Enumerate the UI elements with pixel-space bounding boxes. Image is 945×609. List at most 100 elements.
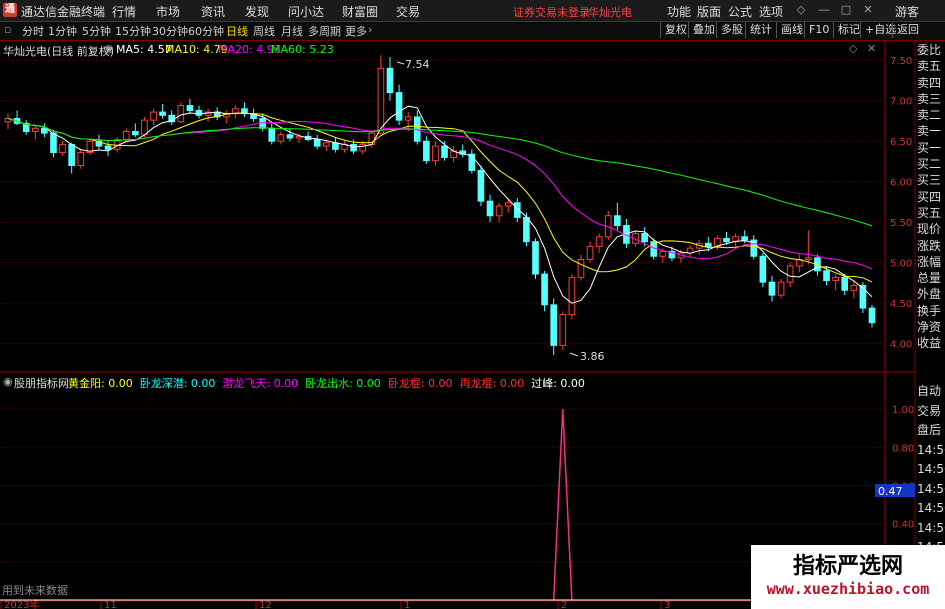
period-tab-5min[interactable]: 5分钟 [82, 23, 111, 39]
candle-body [568, 276, 576, 316]
quote-panel-item: 净资 [917, 320, 942, 335]
menu-wealth-circle[interactable]: 财富圈 [342, 3, 378, 20]
period-tab-weekly[interactable]: 周线 [253, 23, 275, 39]
candle-body [550, 304, 558, 346]
btn-adjust[interactable]: 复权 [660, 22, 691, 38]
period-tab-15min[interactable]: 15分钟 [115, 23, 151, 39]
y-tick-label: 5.50 [890, 218, 912, 229]
quote-panel-item: 总量 [917, 271, 942, 286]
quote-panel-item: 收益 [917, 336, 942, 351]
ma5-label: MA5: 4.57 [116, 43, 172, 56]
candle-body [286, 134, 294, 139]
kline-chart[interactable]: 7.50 7.00 6.50 6.00 5.50 5.00 4.50 4.00 1.00 0.8… [0, 40, 945, 609]
btn-draw[interactable]: 画线 [776, 22, 807, 38]
x-tick-label: 2023年 [4, 598, 39, 609]
sub-settings-icon[interactable]: ◉ [3, 375, 13, 388]
candle-body [823, 270, 830, 282]
candle-body [586, 246, 594, 260]
candle-body [868, 307, 876, 324]
quote-panel-item: 换手 [917, 303, 942, 318]
quote-panel-item: 买一 [917, 140, 942, 155]
candle-body [768, 281, 776, 296]
quote-panel-item: 卖一 [917, 124, 942, 139]
ind-5: 再龙棍: 0.00 [459, 377, 525, 390]
menu-options[interactable]: 选项 [759, 3, 783, 20]
menu-formula[interactable]: 公式 [728, 3, 752, 20]
candle-body [177, 105, 185, 123]
quote-panel-item: 卖三 [917, 91, 942, 106]
minimize-icon[interactable]: — [818, 4, 830, 16]
x-tick-label: 1 [404, 600, 410, 609]
chart-settings-icon[interactable]: ◉ [104, 42, 114, 55]
btn-f10[interactable]: F10 [804, 22, 833, 38]
user-icon[interactable]: ◇ [795, 4, 807, 16]
period-tab-monthly[interactable]: 月线 [281, 23, 303, 39]
menu-news[interactable]: 资讯 [201, 3, 225, 20]
btn-back[interactable]: 返回 [892, 22, 923, 38]
cursor-value: 0.47 [878, 485, 903, 498]
y-tick-label: 6.00 [890, 178, 912, 189]
candle-body [159, 111, 166, 116]
quote-panel-item: 卖四 [917, 75, 942, 90]
period-tab-daily[interactable]: 日线 [226, 23, 248, 39]
maximize-icon[interactable]: □ [840, 4, 852, 16]
quote-panel-item: 买五 [917, 205, 942, 220]
period-tab-60min[interactable]: 60分钟 [188, 23, 224, 39]
close-icon[interactable]: ✕ [862, 4, 874, 16]
quote-panel-item: 外盘 [917, 287, 942, 302]
y-tick-label: 7.50 [890, 56, 912, 67]
candle-body [31, 127, 39, 132]
menu-layout[interactable]: 版面 [697, 3, 721, 20]
ma-lines-layer [7, 105, 873, 304]
period-tab-1min[interactable]: 1分钟 [48, 23, 77, 39]
ma60-label: MA60: 5.23 [271, 43, 334, 56]
ind-0: 黄金阳: 0.00 [68, 377, 133, 390]
sub-y-tick-label: 0.40 [892, 520, 914, 531]
candle-body [50, 132, 57, 154]
period-tab-30min[interactable]: 30分钟 [152, 23, 188, 39]
trade-panel-item: 14:56 [917, 481, 945, 496]
trade-panel-item: 交易 [917, 403, 942, 418]
sub-y-tick-label: 0.80 [892, 443, 914, 454]
menu-market-quotes[interactable]: 行情 [112, 3, 136, 20]
period-tab-intraday[interactable]: 分时 [22, 23, 44, 39]
candle-body [332, 142, 339, 150]
btn-stats[interactable]: 统计 [745, 22, 776, 38]
diamond-icon[interactable]: ◇ [849, 42, 857, 55]
candle-body [805, 257, 812, 260]
y-tick-label: 5.00 [890, 259, 912, 270]
menu-trade[interactable]: 交易 [396, 3, 420, 20]
menu-ask-xiaoda[interactable]: 问小达 [288, 3, 324, 20]
candle-body [577, 258, 585, 278]
btn-multi-stock[interactable]: 多股 [716, 22, 747, 38]
high-label: 7.54 [405, 58, 430, 71]
menu-function[interactable]: 功能 [667, 3, 691, 20]
chart-title: 华灿光电(日线 前复权) [3, 45, 115, 58]
quote-panel-item: 现价 [917, 222, 942, 237]
candle-body [59, 143, 66, 154]
sub-y-tick-label: 1.00 [892, 405, 914, 416]
x-tick-label: 3 [664, 600, 670, 609]
candle-body [186, 105, 194, 111]
candle-body [477, 169, 485, 202]
panel-close-icon[interactable]: ✕ [867, 42, 876, 55]
candle-body [377, 67, 385, 134]
quote-panel-item: 委比 [917, 43, 942, 57]
menu-market[interactable]: 市场 [156, 3, 180, 20]
indicator-legend: 黄金阳: 0.00 卧龙深潜: 0.00 潜龙飞天: 0.00 卧龙出水: 0.… [68, 375, 585, 391]
btn-overlay[interactable]: 叠加 [688, 22, 719, 38]
login-warning[interactable]: 证券交易未登录 [513, 4, 590, 20]
candle-body [141, 119, 148, 136]
trade-panel-item: 自动 [917, 384, 942, 398]
period-tab-more[interactable]: 更多 [345, 23, 367, 39]
collapse-icon[interactable]: ▫ [4, 23, 11, 36]
future-data-note: 用到未来数据 [2, 584, 68, 597]
candle-body [313, 139, 321, 147]
guest-label[interactable]: 游客 [895, 3, 919, 20]
candle-body [777, 281, 785, 296]
candle-body [423, 140, 430, 162]
top-stock-name[interactable]: 华灿光电 [588, 4, 632, 20]
menu-discover[interactable]: 发现 [245, 3, 269, 20]
period-tab-multi[interactable]: 多周期 [308, 23, 341, 39]
more-chevron-icon[interactable]: › [368, 23, 372, 36]
